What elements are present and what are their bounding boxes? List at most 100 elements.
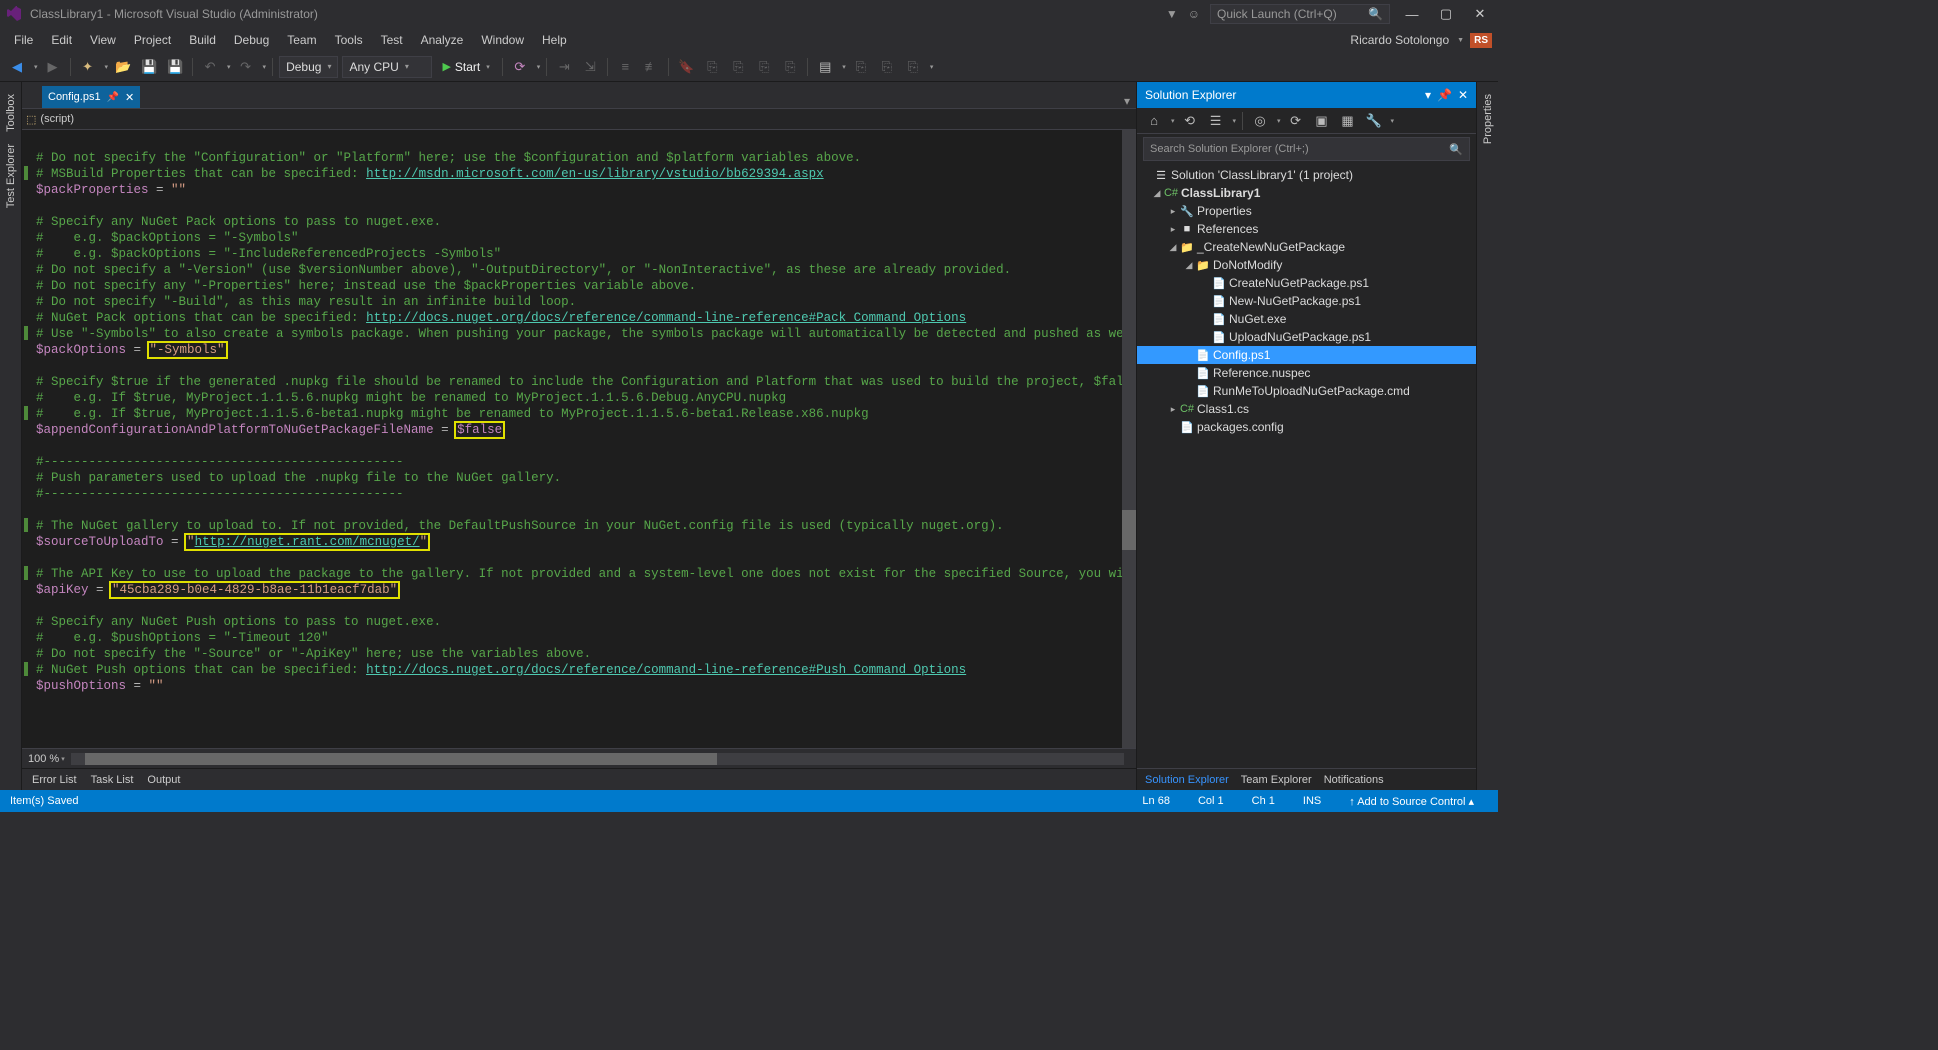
t2-icon[interactable]: ⎘ <box>727 56 749 78</box>
menu-edit[interactable]: Edit <box>43 30 80 50</box>
t4-icon[interactable]: ⎘ <box>779 56 801 78</box>
tree-item-class1: ▸C#Class1.cs <box>1137 400 1476 418</box>
menu-view[interactable]: View <box>82 30 124 50</box>
panel-pin-icon[interactable]: 📌 <box>1437 88 1452 102</box>
t6-icon[interactable]: ⎘ <box>876 56 898 78</box>
comment-out-icon[interactable]: ≡ <box>614 56 636 78</box>
tree-item-config: 📄Config.ps1 <box>1137 346 1476 364</box>
left-rail: Toolbox Test Explorer <box>0 82 22 790</box>
tab-team-explorer[interactable]: Team Explorer <box>1241 774 1312 786</box>
titlebar: ClassLibrary1 - Microsoft Visual Studio … <box>0 0 1498 28</box>
tab-output[interactable]: Output <box>147 774 180 786</box>
t3-icon[interactable]: ⎘ <box>753 56 775 78</box>
panel-dropdown-icon[interactable]: ▾ <box>1425 88 1431 102</box>
tree-solution: ☰Solution 'ClassLibrary1' (1 project) <box>1137 166 1476 184</box>
tree-item: 📄CreateNuGetPackage.ps1 <box>1137 274 1476 292</box>
tree-item: 📄Reference.nuspec <box>1137 364 1476 382</box>
step-into-icon[interactable]: ⇥ <box>553 56 575 78</box>
tab-solution-explorer[interactable]: Solution Explorer <box>1145 774 1229 786</box>
pin-icon[interactable]: 📌 <box>107 92 119 103</box>
save-all-button[interactable]: 💾 <box>164 56 186 78</box>
menu-help[interactable]: Help <box>534 30 575 50</box>
panel-close-icon[interactable]: ✕ <box>1458 88 1468 102</box>
open-file-button[interactable]: 📂 <box>112 56 134 78</box>
home-icon[interactable]: ⌂ <box>1143 110 1165 132</box>
tree-folder-createnuget: ◢📁_CreateNewNuGetPackage <box>1137 238 1476 256</box>
redo-button[interactable]: ↷ <box>235 56 257 78</box>
start-debug-button[interactable]: ▶Start▾ <box>436 56 495 78</box>
status-col: Col 1 <box>1184 795 1238 807</box>
tab-error-list[interactable]: Error List <box>32 774 77 786</box>
window-title: ClassLibrary1 - Microsoft Visual Studio … <box>30 7 318 21</box>
menu-file[interactable]: File <box>6 30 41 50</box>
toolbox-tab[interactable]: Toolbox <box>3 88 19 138</box>
tree-references: ▸■References <box>1137 220 1476 238</box>
menu-test[interactable]: Test <box>373 30 411 50</box>
test-explorer-tab[interactable]: Test Explorer <box>3 138 19 214</box>
properties-icon[interactable]: 🔧 <box>1363 110 1385 132</box>
file-tab-config[interactable]: Config.ps1 📌 ✕ <box>42 86 140 108</box>
quick-launch-input[interactable]: Quick Launch (Ctrl+Q) 🔍 <box>1210 4 1390 24</box>
nav-forward-button[interactable]: ▶ <box>42 56 64 78</box>
solution-explorer-title: Solution Explorer ▾ 📌 ✕ <box>1137 82 1476 108</box>
code-editor[interactable]: # Do not specify the "Configuration" or … <box>22 130 1136 698</box>
new-project-button[interactable]: ✦ <box>77 56 99 78</box>
refresh-icon[interactable]: ⟳ <box>1285 110 1307 132</box>
step-over-icon[interactable]: ⇲ <box>579 56 601 78</box>
uncomment-icon[interactable]: ≢ <box>640 56 662 78</box>
solution-tree[interactable]: ☰Solution 'ClassLibrary1' (1 project) ◢C… <box>1137 164 1476 768</box>
navigation-bar[interactable]: ⬚ (script) <box>22 108 1136 130</box>
scope-icon[interactable]: ◎ <box>1249 110 1271 132</box>
menu-project[interactable]: Project <box>126 30 179 50</box>
chevron-down-icon[interactable]: ▼ <box>1457 37 1464 44</box>
script-scope-icon: ⬚ <box>26 113 36 126</box>
chevron-down-icon[interactable]: ▾ <box>61 755 65 763</box>
tab-notifications[interactable]: Notifications <box>1324 774 1384 786</box>
collapse-icon[interactable]: ▣ <box>1311 110 1333 132</box>
solution-config-combo[interactable]: Debug▾ <box>279 56 338 78</box>
tree-project: ◢C#ClassLibrary1 <box>1137 184 1476 202</box>
user-name[interactable]: Ricardo Sotolongo <box>1350 33 1449 47</box>
tab-task-list[interactable]: Task List <box>91 774 134 786</box>
t5-icon[interactable]: ⎘ <box>850 56 872 78</box>
undo-button[interactable]: ↶ <box>199 56 221 78</box>
solution-search-input[interactable]: Search Solution Explorer (Ctrl+;) 🔍 <box>1143 137 1470 161</box>
menu-debug[interactable]: Debug <box>226 30 277 50</box>
t1-icon[interactable]: ⎘ <box>701 56 723 78</box>
editor-footer: 100 % ▾ <box>22 748 1136 768</box>
statusbar: Item(s) Saved Ln 68 Col 1 Ch 1 INS ↑ Add… <box>0 790 1498 812</box>
status-source-control[interactable]: ↑ Add to Source Control ▴ <box>1335 795 1488 808</box>
pending-icon[interactable]: ☰ <box>1205 110 1227 132</box>
tab-overflow-icon[interactable]: ▾ <box>1118 94 1136 108</box>
menu-window[interactable]: Window <box>473 30 532 50</box>
horizontal-scrollbar[interactable] <box>71 753 1124 765</box>
file-tab-label: Config.ps1 <box>48 91 101 103</box>
new-item-icon[interactable]: ▤ <box>814 56 836 78</box>
status-message: Item(s) Saved <box>10 795 78 807</box>
menu-team[interactable]: Team <box>279 30 324 50</box>
solution-platform-combo[interactable]: Any CPU▾ <box>342 56 432 78</box>
nav-back-button[interactable]: ◀ <box>6 56 28 78</box>
vertical-scrollbar[interactable] <box>1122 130 1136 748</box>
bookmark-icon[interactable]: 🔖 <box>675 56 697 78</box>
properties-tab[interactable]: Properties <box>1480 88 1496 150</box>
notifications-icon[interactable]: ▼ <box>1166 7 1178 21</box>
close-tab-icon[interactable]: ✕ <box>125 91 134 104</box>
sync-icon[interactable]: ⟲ <box>1179 110 1201 132</box>
t7-icon[interactable]: ⎘ <box>902 56 924 78</box>
user-badge[interactable]: RS <box>1470 33 1492 48</box>
feedback-icon[interactable]: ☺ <box>1188 7 1200 21</box>
show-all-icon[interactable]: ▦ <box>1337 110 1359 132</box>
menu-analyze[interactable]: Analyze <box>413 30 472 50</box>
close-button[interactable]: ✕ <box>1468 6 1492 22</box>
browser-link-button[interactable]: ⟳ <box>509 56 531 78</box>
bottom-tool-tabs: Error List Task List Output <box>22 768 1136 790</box>
menu-build[interactable]: Build <box>181 30 224 50</box>
menu-tools[interactable]: Tools <box>327 30 371 50</box>
maximize-button[interactable]: ▢ <box>1434 6 1458 22</box>
tree-item: 📄RunMeToUploadNuGetPackage.cmd <box>1137 382 1476 400</box>
zoom-level[interactable]: 100 % <box>28 753 59 765</box>
save-button[interactable]: 💾 <box>138 56 160 78</box>
tree-item: 📄New-NuGetPackage.ps1 <box>1137 292 1476 310</box>
minimize-button[interactable]: — <box>1400 7 1424 22</box>
